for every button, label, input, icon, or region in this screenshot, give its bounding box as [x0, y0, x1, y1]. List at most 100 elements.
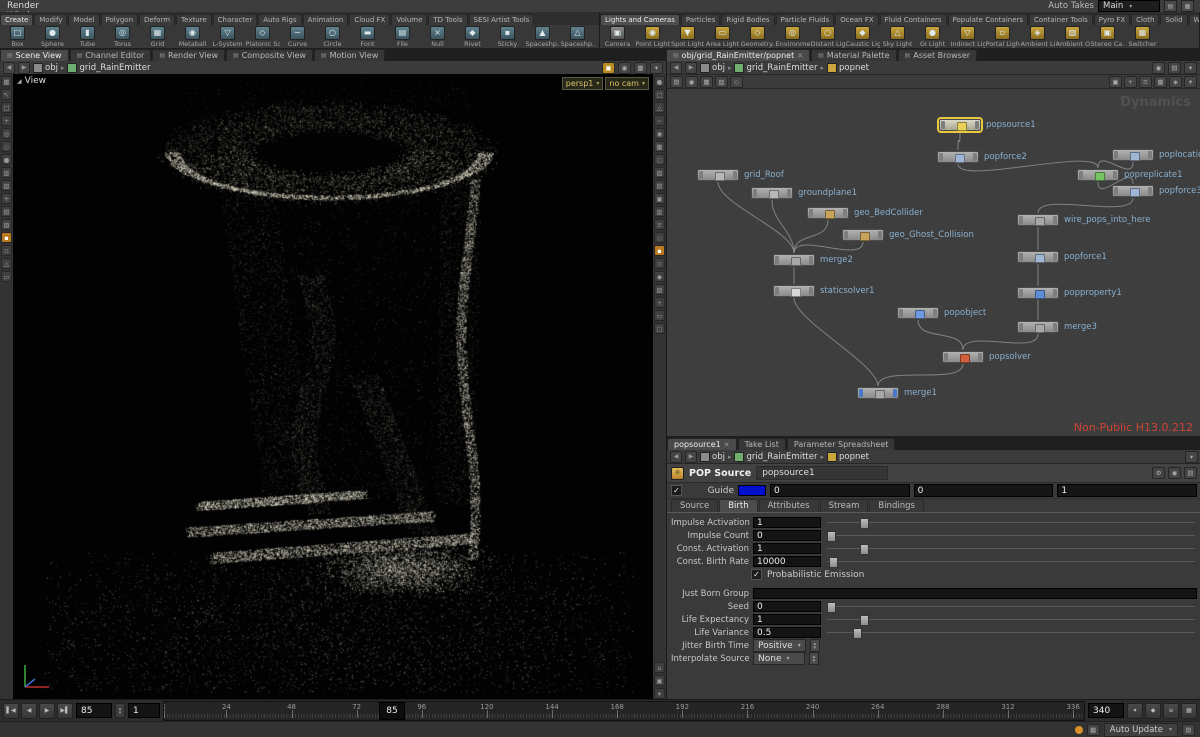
pin-icon[interactable]: ◉: [1168, 467, 1181, 479]
node-flag-left[interactable]: [944, 353, 948, 361]
param-tab-take-list[interactable]: Take List: [738, 438, 786, 450]
node-flag-left[interactable]: [775, 256, 779, 264]
node-merge2[interactable]: [773, 254, 815, 266]
display-options-icon[interactable]: ▤: [654, 180, 665, 191]
shelf-tab-lights-and-cameras[interactable]: Lights and Cameras: [600, 14, 680, 25]
camera-link-menu[interactable]: no cam▾: [605, 77, 649, 90]
shelf-tool-platonic-so[interactable]: ◇Platonic So...: [245, 25, 280, 48]
net-zoom-icon[interactable]: +: [1124, 76, 1137, 88]
slider-handle[interactable]: [860, 518, 869, 529]
shelf-tab-populate-containers[interactable]: Populate Containers: [948, 14, 1029, 25]
timeline-ruler[interactable]: 1244872961201441681922162402642883123368…: [163, 701, 1085, 721]
shelf-tab-polygon[interactable]: Polygon: [101, 14, 139, 25]
pane-list-icon[interactable]: ▤: [1168, 62, 1181, 74]
breadcrumb-item-popnet[interactable]: popnet: [827, 452, 869, 462]
breadcrumb-item-grid-rainemitter[interactable]: grid_RainEmitter: [734, 63, 817, 73]
node-flag-right[interactable]: [1148, 187, 1152, 195]
slider-handle[interactable]: [829, 557, 838, 568]
interpolate-source-menu[interactable]: None▾: [753, 652, 805, 665]
node-flag-right[interactable]: [933, 309, 937, 317]
folder-tab-birth[interactable]: Birth: [719, 499, 757, 512]
shelf-tool-spaceshp[interactable]: ▲Spaceshp...: [525, 25, 560, 48]
rotate-tool-icon[interactable]: ◎: [1, 128, 12, 139]
node-grid-roof[interactable]: [697, 169, 739, 181]
const-birth-rate-slider[interactable]: [825, 556, 1197, 567]
range-start-field[interactable]: 1: [128, 703, 160, 718]
shelf-tab-fluid-containers[interactable]: Fluid Containers: [880, 14, 947, 25]
node-flag-right[interactable]: [843, 209, 847, 217]
shelf-tab-particles[interactable]: Particles: [681, 14, 721, 25]
keyframe-button[interactable]: ◆: [1145, 703, 1161, 719]
node-wire[interactable]: [794, 242, 863, 253]
slider-handle[interactable]: [853, 628, 862, 639]
shelf-tool-environme[interactable]: ◎Environme...: [775, 25, 810, 48]
shelf-tab-modify[interactable]: Modify: [34, 14, 67, 25]
pane-pin-icon[interactable]: ◉: [1152, 62, 1165, 74]
net-menu-icon[interactable]: ▾: [1184, 76, 1197, 88]
node-flag-left[interactable]: [941, 121, 945, 129]
breadcrumb-item-obj[interactable]: obj: [700, 63, 725, 73]
paint-icon[interactable]: ▪: [1, 232, 12, 243]
misc-tool-icon[interactable]: ▭: [1, 271, 12, 282]
shelf-tool-rivet[interactable]: ◆Rivet: [455, 25, 490, 48]
node-flag-right[interactable]: [975, 121, 979, 129]
shelf-tool-sticky[interactable]: ▪Sticky: [490, 25, 525, 48]
prims-display-icon[interactable]: □: [654, 89, 665, 100]
shelf-tool-caustic-lig[interactable]: ◆Caustic Lig...: [845, 25, 880, 48]
node-flag-left[interactable]: [775, 287, 779, 295]
shelf-tool-l-system[interactable]: ▽L-System: [210, 25, 245, 48]
shelf-tab-auto-rigs[interactable]: Auto Rigs: [258, 14, 301, 25]
slider-handle[interactable]: [827, 531, 836, 542]
close-icon[interactable]: ✕: [724, 441, 730, 449]
points-display-icon[interactable]: ●: [654, 76, 665, 87]
net-snap-icon[interactable]: ◇: [730, 76, 743, 88]
node-wire[interactable]: [878, 364, 963, 386]
select-tool-icon[interactable]: ↖: [1, 89, 12, 100]
node-popsolver[interactable]: [942, 351, 984, 363]
node-flag-right[interactable]: [1053, 323, 1057, 331]
net-expose-icon[interactable]: ◈: [1169, 76, 1182, 88]
shelf-tab-rigid-bodies[interactable]: Rigid Bodies: [721, 14, 774, 25]
node-flag-left[interactable]: [699, 171, 703, 179]
node-popforce3[interactable]: [1112, 185, 1154, 197]
node-flag-left[interactable]: [1019, 289, 1023, 297]
path-forward-icon[interactable]: ▶: [18, 62, 30, 74]
node-flag-right[interactable]: [1053, 289, 1057, 297]
life-expectancy-slider[interactable]: [825, 614, 1197, 625]
update-mode-icon[interactable]: ▤: [1182, 724, 1195, 736]
tab-scene-view[interactable]: ▤Scene View: [0, 49, 69, 61]
net-badge-icon[interactable]: ▦: [700, 76, 713, 88]
node-popforce1[interactable]: [1017, 251, 1059, 263]
node-name-field[interactable]: popsource1: [756, 466, 888, 480]
net-layout-icon[interactable]: ≡: [1139, 76, 1152, 88]
home-view-icon[interactable]: ⌂: [654, 662, 665, 673]
node-wire[interactable]: [958, 132, 960, 150]
node-flag-left[interactable]: [1019, 216, 1023, 224]
auto-update-selector[interactable]: Auto Update ▾: [1104, 723, 1178, 737]
loop-button[interactable]: ▦: [1181, 703, 1197, 719]
tab-composite-view[interactable]: ▤Composite View: [226, 49, 313, 61]
playback-options-button[interactable]: ▾: [1127, 703, 1143, 719]
shelf-tool-ambient-li[interactable]: ◈Ambient Li...: [1020, 25, 1055, 48]
tab-asset-browser[interactable]: ▤Asset Browser: [898, 49, 978, 61]
path-back-icon[interactable]: ◀: [670, 62, 682, 74]
node-flag-right[interactable]: [809, 287, 813, 295]
shelf-tool-sphere[interactable]: ●Sphere: [35, 25, 70, 48]
gear-icon[interactable]: ⚙: [1152, 467, 1165, 479]
prev-frame-button[interactable]: ◀: [21, 703, 37, 719]
tab-channel-editor[interactable]: ▤Channel Editor: [70, 49, 152, 61]
seams-icon[interactable]: △: [1, 258, 12, 269]
breadcrumb-item-grid-rainemitter[interactable]: grid_RainEmitter: [67, 63, 150, 73]
shelf-tool-spot-light[interactable]: ▼Spot Light: [670, 25, 705, 48]
snapshot-camera-icon[interactable]: ▣: [602, 62, 615, 74]
jitter-birth-time-spinner[interactable]: ▴▾: [810, 639, 820, 652]
breadcrumb-item-grid-rainemitter[interactable]: grid_RainEmitter: [734, 452, 817, 462]
impulse-activation-field[interactable]: 1: [753, 517, 821, 528]
impulse-activation-slider[interactable]: [825, 517, 1197, 528]
shelf-tool-torus[interactable]: ◎Torus: [105, 25, 140, 48]
pane-maximize-icon[interactable]: ▦: [634, 62, 647, 74]
node-flag-right[interactable]: [978, 353, 982, 361]
impulse-count-field[interactable]: 0: [753, 530, 821, 541]
net-overview-icon[interactable]: ▣: [1109, 76, 1122, 88]
node-popsource1[interactable]: [939, 119, 981, 131]
